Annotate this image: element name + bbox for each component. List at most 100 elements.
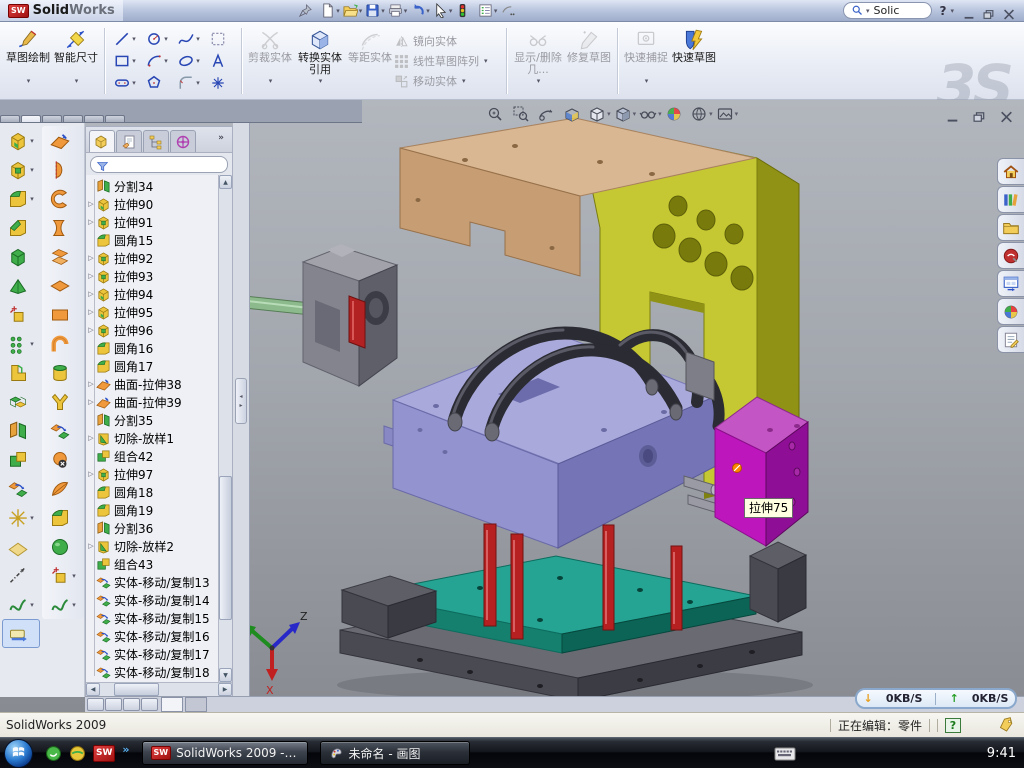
dropdown-arrow-icon[interactable]: ▾ [196, 79, 200, 87]
manager-tab[interactable] [116, 130, 142, 152]
tree-item[interactable]: ▷ 拉伸90 [86, 195, 218, 213]
taskbar-clock[interactable]: 9:41 [987, 746, 1016, 761]
dropdown-arrow-icon[interactable]: ▾ [196, 57, 200, 65]
dropdown-arrow-icon[interactable]: ▾ [132, 57, 136, 65]
view-tool-button[interactable]: ▾ [639, 105, 662, 123]
ribbon-tab[interactable] [63, 115, 83, 122]
surface-tool-button[interactable]: ▾ [42, 590, 84, 619]
taskbar-window-solidworks[interactable]: SW SolidWorks 2009 - ... [142, 741, 308, 765]
dropdown-arrow-icon[interactable]: ▾ [30, 166, 34, 174]
view-tool-button[interactable]: ▾ [716, 105, 739, 123]
tray-icon[interactable] [874, 745, 890, 761]
expand-arrow-icon[interactable]: ▷ [86, 398, 96, 406]
display-delete-relations-button[interactable]: 显示/删除几... ▾ [511, 25, 565, 97]
surface-tool-button[interactable]: ▾ [42, 503, 84, 532]
expand-arrow-icon[interactable]: ▷ [86, 290, 96, 298]
tree-item[interactable]: ▷ 实体-移动/复制18 [86, 663, 218, 681]
menu-item[interactable] [229, 9, 247, 13]
dropdown-arrow-icon[interactable]: ▾ [319, 77, 323, 85]
tree-filter-input[interactable] [90, 156, 228, 173]
surface-tool-button[interactable]: ▾ [42, 532, 84, 561]
feature-tool-button[interactable]: ▾ [2, 532, 40, 561]
surface-tool-button[interactable]: ▾ [42, 387, 84, 416]
scroll-left-button[interactable]: ◀ [86, 683, 100, 696]
surface-tool-button[interactable]: ▾ [42, 271, 84, 300]
task-pane-tab[interactable] [997, 242, 1024, 269]
manager-tab[interactable] [89, 130, 115, 152]
model-tab[interactable] [161, 697, 183, 712]
scroll-down-button[interactable]: ▼ [219, 668, 232, 682]
feature-tool-button[interactable]: ▾ [2, 329, 40, 358]
dropdown-arrow-icon[interactable]: ▾ [30, 137, 34, 145]
sketch-tool-button[interactable]: ▾ [205, 28, 237, 50]
dropdown-arrow-icon[interactable]: ▾ [132, 35, 136, 43]
feature-tool-button[interactable]: ▾ [2, 242, 40, 271]
tree-item[interactable]: ▷ 曲面-拉伸38 [86, 375, 218, 393]
dropdown-arrow-icon[interactable]: ▾ [72, 572, 76, 580]
tray-icon[interactable] [853, 745, 869, 761]
tree-item[interactable]: ▷ 分割36 [86, 519, 218, 537]
scroll-track[interactable] [219, 189, 232, 668]
dropdown-arrow-icon[interactable]: ▾ [735, 110, 739, 118]
tray-icon[interactable] [832, 745, 848, 761]
tree-item[interactable]: ▷ 分割34 [86, 177, 218, 195]
surface-tool-button[interactable]: ▾ [42, 329, 84, 358]
tree-item[interactable]: ▷ 圆角19 [86, 501, 218, 519]
ribbon-tab[interactable] [21, 115, 41, 122]
taskbar-window-paint[interactable]: 未命名 - 画图 [320, 741, 470, 765]
feature-tool-button[interactable]: ▾ [2, 358, 40, 387]
offset-entities-button[interactable]: 等距实体 [346, 25, 394, 97]
restore-button[interactable] [982, 5, 996, 16]
tree-item[interactable]: ▷ 组合43 [86, 555, 218, 573]
sketch-tool-button[interactable]: ▾ [173, 28, 205, 50]
menu-item[interactable] [169, 9, 187, 13]
title-toolbar-button[interactable]: ▾ [387, 2, 409, 19]
dropdown-arrow-icon[interactable]: ▾ [164, 35, 168, 43]
title-toolbar-button[interactable]: ▾ [499, 2, 521, 19]
task-pane-tab[interactable] [997, 326, 1024, 353]
title-toolbar-button[interactable]: ▾ [432, 2, 454, 19]
ribbon-tab[interactable] [0, 115, 20, 122]
dropdown-arrow-icon[interactable]: ▾ [359, 7, 363, 15]
tree-item[interactable]: ▷ 拉伸93 [86, 267, 218, 285]
tree-item[interactable]: ▷ 拉伸92 [86, 249, 218, 267]
dropdown-arrow-icon[interactable]: ▾ [30, 601, 34, 609]
sketch-tool-button[interactable]: ▾ [173, 50, 205, 72]
feature-tool-button[interactable]: ▾ [2, 184, 40, 213]
tab-nav-button[interactable] [87, 698, 104, 711]
task-pane-tab[interactable] [997, 270, 1024, 297]
expand-arrow-icon[interactable]: ▷ [86, 254, 96, 262]
feature-tool-button[interactable]: ▾ [2, 503, 40, 532]
model-tab[interactable] [185, 697, 207, 712]
dropdown-arrow-icon[interactable]: ▾ [72, 601, 76, 609]
dropdown-arrow-icon[interactable]: ▾ [132, 79, 136, 87]
expand-arrow-icon[interactable]: ▷ [86, 380, 96, 388]
tree-item[interactable]: ▷ 实体-移动/复制13 [86, 573, 218, 591]
expand-arrow-icon[interactable]: ▷ [86, 326, 96, 334]
dropdown-arrow-icon[interactable]: ▾ [633, 110, 637, 118]
tree-item[interactable]: ▷ 实体-移动/复制17 [86, 645, 218, 663]
search-box[interactable]: ▾ [843, 2, 932, 19]
tree-item[interactable]: ▷ 圆角15 [86, 231, 218, 249]
tree-item[interactable]: ▷ 切除-放样2 [86, 537, 218, 555]
tree-item[interactable]: ▷ 实体-移动/复制14 [86, 591, 218, 609]
scroll-track[interactable] [100, 683, 218, 696]
surface-tool-button[interactable]: ▾ [42, 300, 84, 329]
expand-arrow-icon[interactable]: ▷ [86, 470, 96, 478]
splitter-grip[interactable]: ◂▸ [235, 378, 247, 424]
scroll-up-button[interactable]: ▲ [219, 175, 232, 189]
dropdown-arrow-icon[interactable]: ▾ [164, 57, 168, 65]
tray-icon[interactable] [811, 745, 827, 761]
dropdown-arrow-icon[interactable]: ▾ [30, 514, 34, 522]
surface-tool-button[interactable]: ▾ [42, 242, 84, 271]
surface-tool-button[interactable]: ▾ [42, 126, 84, 155]
quick-snaps-button[interactable]: 快速捕捉 ▾ [622, 25, 670, 97]
title-toolbar-button[interactable]: ▾ [297, 2, 319, 19]
smart-dimension-button[interactable]: 智能尺寸 ▾ [52, 25, 100, 97]
tag-icon[interactable] [998, 717, 1014, 733]
expand-arrow-icon[interactable]: ▷ [86, 434, 96, 442]
tree-item[interactable]: ▷ 拉伸95 [86, 303, 218, 321]
task-pane-tab[interactable] [997, 186, 1024, 213]
view-tool-button[interactable]: ▾ [486, 105, 509, 123]
surface-tool-button[interactable]: ▾ [42, 445, 84, 474]
